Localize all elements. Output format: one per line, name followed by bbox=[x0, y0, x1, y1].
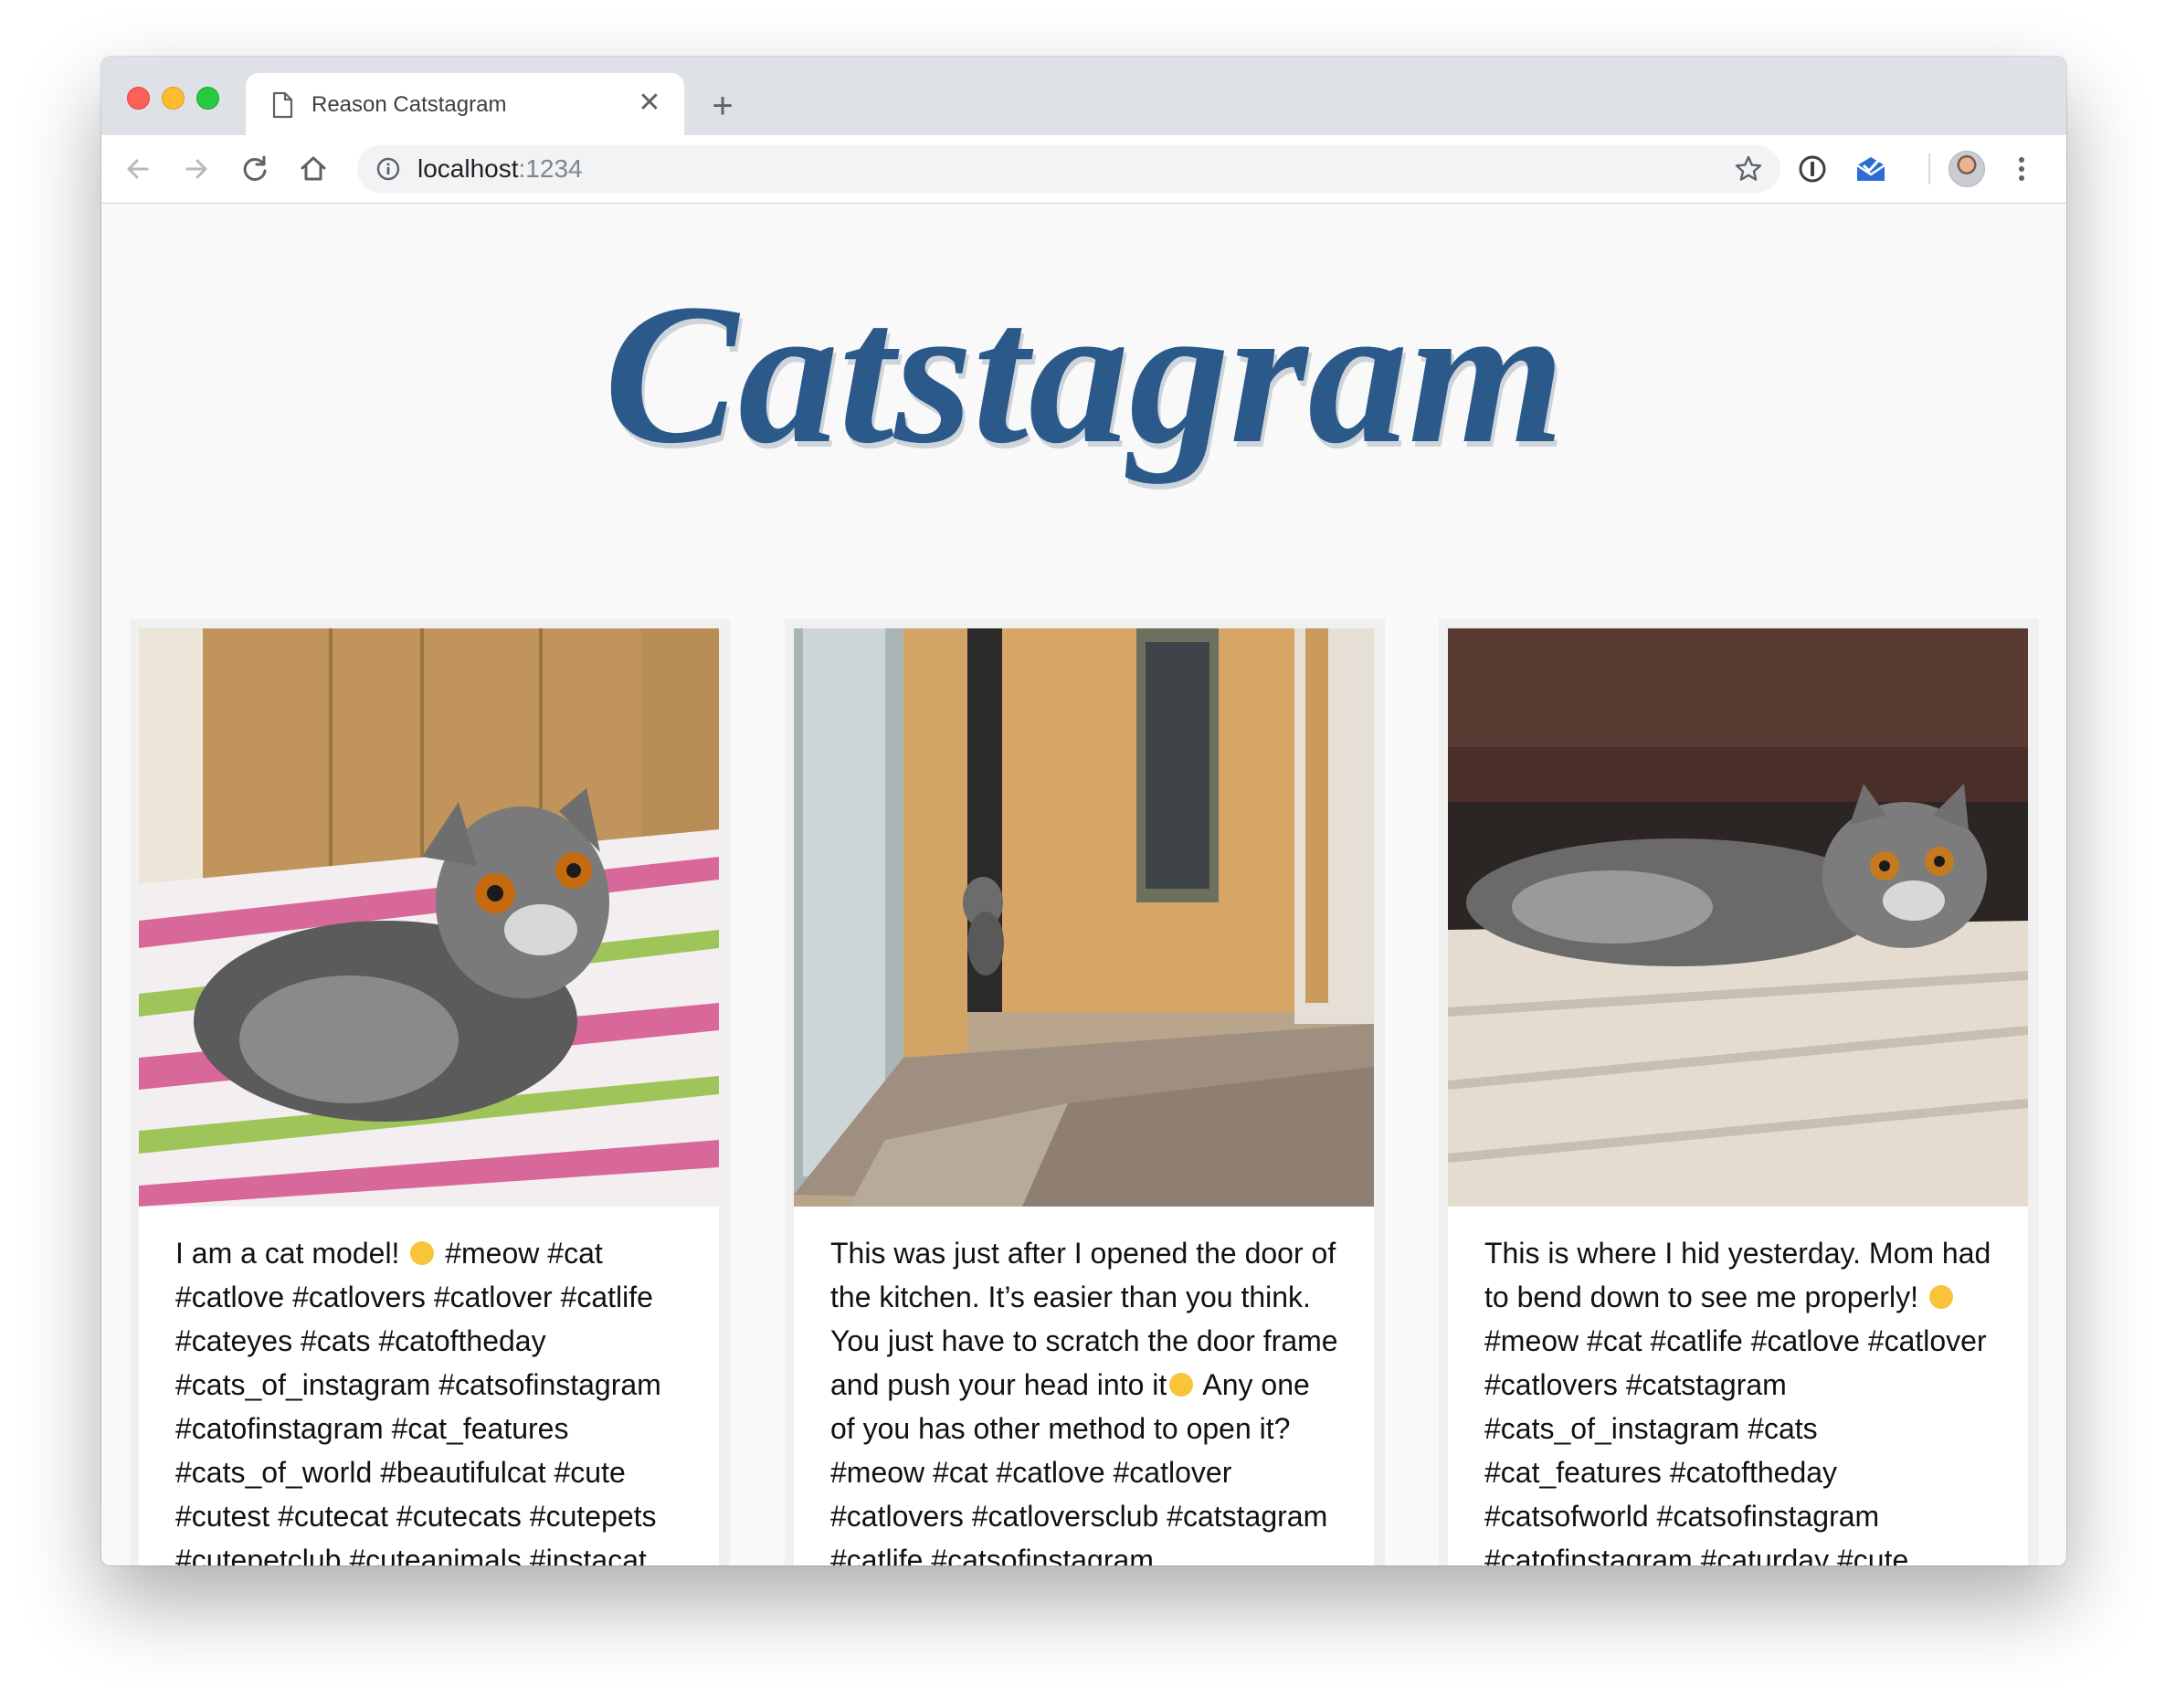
caption-text-start: This is where I hid yesterday. Mom had t… bbox=[1484, 1237, 1991, 1313]
browser-toolbar: localhost:1234 bbox=[101, 135, 2066, 204]
page-content: Catstagram Catstagram I am a cat model! … bbox=[101, 204, 2066, 1566]
bookmark-star-icon[interactable] bbox=[1733, 153, 1764, 185]
post-card-body: I am a cat model! #meow #cat #catlove #c… bbox=[139, 628, 719, 1566]
caption-text-start: I am a cat model! bbox=[175, 1237, 408, 1270]
post-card-body: This is where I hid yesterday. Mom had t… bbox=[1448, 628, 2028, 1566]
forward-arrow-icon[interactable] bbox=[178, 151, 215, 187]
document-icon bbox=[272, 91, 293, 119]
post-card: This was just after I opened the door of… bbox=[785, 619, 1385, 1566]
close-window-button[interactable] bbox=[127, 87, 150, 110]
tab-strip: Reason Catstagram ✕ + bbox=[101, 57, 2066, 135]
catstagram-logo: Catstagram Catstagram bbox=[604, 268, 1567, 490]
cat-at-door-photo[interactable] bbox=[794, 628, 1374, 1207]
browser-window: Reason Catstagram ✕ + localhost:1234 Cat… bbox=[101, 57, 2066, 1566]
minimize-window-button[interactable] bbox=[162, 87, 185, 110]
post-caption: This is where I hid yesterday. Mom had t… bbox=[1484, 1231, 1996, 1566]
toolbar-separator bbox=[1928, 153, 1930, 185]
caption-text-end: #meow #cat #catlife #catlove #catlover #… bbox=[1484, 1324, 1987, 1566]
home-icon[interactable] bbox=[295, 151, 332, 187]
mail-extension-icon[interactable] bbox=[1853, 151, 1889, 187]
tab-title: Reason Catstagram bbox=[312, 92, 507, 117]
zoom-window-button[interactable] bbox=[196, 87, 219, 110]
post-card: I am a cat model! #meow #cat #catlove #c… bbox=[130, 619, 730, 1566]
post-card-body: This was just after I opened the door of… bbox=[794, 628, 1374, 1566]
info-icon[interactable] bbox=[375, 156, 401, 182]
post-caption: This was just after I opened the door of… bbox=[830, 1231, 1342, 1566]
password-manager-extension-icon[interactable] bbox=[1794, 151, 1831, 187]
url-text: localhost:1234 bbox=[417, 154, 583, 184]
close-tab-icon[interactable]: ✕ bbox=[633, 87, 666, 120]
logo-text: Catstagram bbox=[604, 268, 1564, 485]
url-host: localhost bbox=[417, 154, 519, 183]
post-caption: I am a cat model! #meow #cat #catlove #c… bbox=[175, 1231, 687, 1566]
cat-face-icon bbox=[1169, 1373, 1194, 1397]
cat-face-icon bbox=[1928, 1285, 1953, 1309]
cat-on-bed-photo[interactable] bbox=[139, 628, 719, 1207]
cat-under-furniture-photo[interactable] bbox=[1448, 628, 2028, 1207]
tab-reason-catstagram[interactable]: Reason Catstagram ✕ bbox=[246, 73, 684, 135]
address-bar[interactable]: localhost:1234 bbox=[357, 145, 1780, 193]
url-port: :1234 bbox=[518, 154, 583, 183]
new-tab-icon[interactable]: + bbox=[704, 88, 741, 124]
profile-avatar[interactable] bbox=[1948, 151, 1985, 187]
caption-text-end: #meow #cat #catlove #catlovers #catlover… bbox=[175, 1237, 661, 1566]
more-menu-icon[interactable] bbox=[2003, 151, 2040, 187]
reload-icon[interactable] bbox=[237, 151, 273, 187]
post-card: This is where I hid yesterday. Mom had t… bbox=[1439, 619, 2039, 1566]
back-arrow-icon[interactable] bbox=[120, 151, 156, 187]
cat-face-icon bbox=[410, 1241, 435, 1265]
